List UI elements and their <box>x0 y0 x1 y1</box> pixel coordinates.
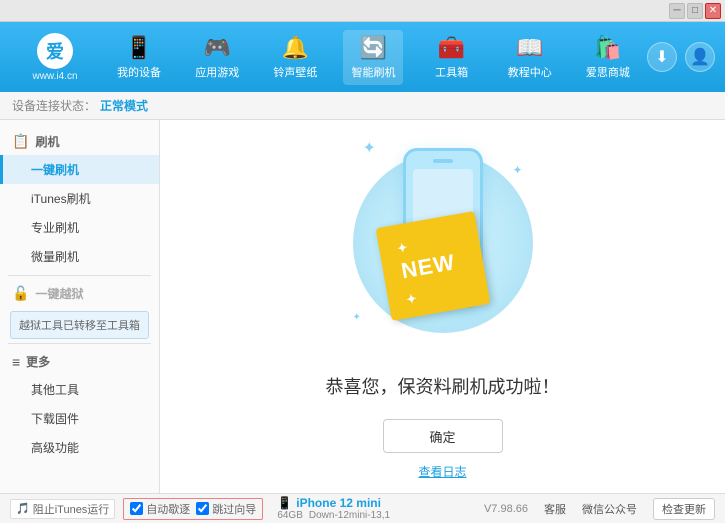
smart-flash-icon: 🔄 <box>360 35 387 61</box>
wallpaper-label: 铃声壁纸 <box>273 64 317 80</box>
sparkle-3: ✦ <box>353 312 361 323</box>
sidebar-divider-2 <box>8 343 151 344</box>
sidebar-item-advanced[interactable]: 高级功能 <box>0 433 159 462</box>
skip-wizard-checkbox-label[interactable]: 跳过向导 <box>196 501 256 517</box>
apps-games-label: 应用游戏 <box>195 64 239 80</box>
new-ribbon: NEW <box>375 211 490 321</box>
main-content: 📋 刷机 一键刷机 iTunes刷机 专业刷机 微量刷机 🔓 一键越狱 <box>0 120 725 493</box>
customer-service-link[interactable]: 客服 <box>544 501 566 517</box>
check-update-button[interactable]: 检查更新 <box>653 498 715 520</box>
tutorial-icon: 📖 <box>516 35 543 61</box>
tutorial-label: 教程中心 <box>508 64 552 80</box>
nav-wallpaper[interactable]: 🔔 铃声壁纸 <box>265 30 325 85</box>
device-version: Down-12mini-13,1 <box>309 510 390 521</box>
nav-smart-flash[interactable]: 🔄 智能刷机 <box>343 30 403 85</box>
stop-itunes-area: 🎵 阻止iTunes运行 <box>10 499 115 519</box>
status-bar: 设备连接状态： 正常模式 <box>0 92 725 120</box>
sidebar-jailbreak-section: 🔓 一键越狱 越狱工具已转移至工具箱 <box>0 280 159 339</box>
sidebar-jailbreak-notice: 越狱工具已转移至工具箱 <box>10 311 149 339</box>
success-text: 恭喜您，保资料刷机成功啦！ <box>326 373 560 399</box>
download-button[interactable]: ⬇ <box>647 42 677 72</box>
device-storage: 64GB <box>277 510 303 521</box>
sidebar-item-pro-flash[interactable]: 专业刷机 <box>0 213 159 242</box>
toolbox-icon: 🧰 <box>438 35 465 61</box>
sidebar-item-itunes-flash[interactable]: iTunes刷机 <box>0 184 159 213</box>
logo-area: 爱 www.i4.cn <box>10 33 100 82</box>
bottom-left: 🎵 阻止iTunes运行 自动歇逐 跳过向导 📱 iPhone 12 mini … <box>10 496 484 521</box>
device-name: iPhone 12 mini <box>296 496 381 510</box>
jailbreak-lock-icon: 🔓 <box>12 285 29 302</box>
sidebar-item-save-flash[interactable]: 微量刷机 <box>0 242 159 271</box>
auto-close-checkbox-label[interactable]: 自动歇逐 <box>130 501 190 517</box>
status-label: 设备连接状态： <box>12 97 96 114</box>
nav-shop[interactable]: 🛍️ 爱思商城 <box>578 30 638 85</box>
my-device-icon: 📱 <box>125 35 152 61</box>
nav-toolbox[interactable]: 🧰 工具箱 <box>422 30 482 85</box>
status-value: 正常模式 <box>100 97 148 114</box>
close-button[interactable]: ✕ <box>705 3 721 19</box>
phone-illustration: ✦ ✦ ✦ NEW <box>343 133 543 353</box>
shop-icon: 🛍️ <box>594 35 621 61</box>
wechat-link[interactable]: 微信公众号 <box>582 501 637 517</box>
nav-items: 📱 我的设备 🎮 应用游戏 🔔 铃声壁纸 🔄 智能刷机 🧰 工具箱 📖 教程中心… <box>100 30 647 85</box>
flash-header-icon: 📋 <box>12 133 29 150</box>
log-link[interactable]: 查看日志 <box>418 463 466 480</box>
maximize-button[interactable]: □ <box>687 3 703 19</box>
content-area: ✦ ✦ ✦ NEW 恭喜您，保资料刷机成功啦！ 确定 查看日志 <box>160 120 725 493</box>
sidebar-divider-1 <box>8 275 151 276</box>
sidebar-more-header[interactable]: ≡ 更多 <box>0 348 159 375</box>
more-header-icon: ≡ <box>12 354 20 370</box>
more-header-label: 更多 <box>26 353 50 370</box>
bottom-bar: 🎵 阻止iTunes运行 自动歇逐 跳过向导 📱 iPhone 12 mini … <box>0 493 725 523</box>
checkbox-area: 自动歇逐 跳过向导 <box>123 498 263 520</box>
smart-flash-label: 智能刷机 <box>351 64 395 80</box>
sidebar-flash-header[interactable]: 📋 刷机 <box>0 128 159 155</box>
skip-wizard-label: 跳过向导 <box>212 501 256 517</box>
sidebar-jailbreak-header: 🔓 一键越狱 <box>0 280 159 307</box>
minimize-button[interactable]: ─ <box>669 3 685 19</box>
stop-itunes-label: 阻止iTunes运行 <box>33 501 110 517</box>
sidebar-flash-section: 📋 刷机 一键刷机 iTunes刷机 专业刷机 微量刷机 <box>0 128 159 271</box>
logo-icon: 爱 <box>37 33 73 69</box>
itunes-icon: 🎵 <box>16 502 30 515</box>
jailbreak-header-label: 一键越狱 <box>35 285 83 302</box>
apps-games-icon: 🎮 <box>204 35 231 61</box>
nav-my-device[interactable]: 📱 我的设备 <box>109 30 169 85</box>
title-bar: ─ □ ✕ <box>0 0 725 22</box>
toolbox-label: 工具箱 <box>435 64 468 80</box>
sidebar-item-one-key-flash[interactable]: 一键刷机 <box>0 155 159 184</box>
phone-small-icon: 📱 <box>277 496 292 510</box>
user-button[interactable]: 👤 <box>685 42 715 72</box>
sparkle-2: ✦ <box>512 163 522 177</box>
nav-right: ⬇ 👤 <box>647 42 715 72</box>
sidebar-more-section: ≡ 更多 其他工具 下载固件 高级功能 <box>0 348 159 462</box>
my-device-label: 我的设备 <box>117 64 161 80</box>
wallpaper-icon: 🔔 <box>282 35 309 61</box>
sparkle-1: ✦ <box>363 138 376 158</box>
phone-speaker <box>433 159 453 163</box>
device-info: 📱 iPhone 12 mini 64GB Down-12mini-13,1 <box>271 496 390 521</box>
logo-text: www.i4.cn <box>32 71 77 82</box>
nav-tutorial[interactable]: 📖 教程中心 <box>500 30 560 85</box>
skip-wizard-checkbox[interactable] <box>196 502 209 515</box>
bottom-right: V7.98.66 客服 微信公众号 检查更新 <box>484 498 715 520</box>
sidebar-item-other-tools[interactable]: 其他工具 <box>0 375 159 404</box>
version-info: V7.98.66 <box>484 503 528 515</box>
auto-close-label: 自动歇逐 <box>146 501 190 517</box>
confirm-button[interactable]: 确定 <box>383 419 503 453</box>
top-nav: 爱 www.i4.cn 📱 我的设备 🎮 应用游戏 🔔 铃声壁纸 🔄 智能刷机 … <box>0 22 725 92</box>
nav-apps-games[interactable]: 🎮 应用游戏 <box>187 30 247 85</box>
sidebar: 📋 刷机 一键刷机 iTunes刷机 专业刷机 微量刷机 🔓 一键越狱 <box>0 120 160 493</box>
flash-header-label: 刷机 <box>35 133 59 150</box>
auto-close-checkbox[interactable] <box>130 502 143 515</box>
shop-label: 爱思商城 <box>586 64 630 80</box>
sidebar-item-download-firmware[interactable]: 下载固件 <box>0 404 159 433</box>
